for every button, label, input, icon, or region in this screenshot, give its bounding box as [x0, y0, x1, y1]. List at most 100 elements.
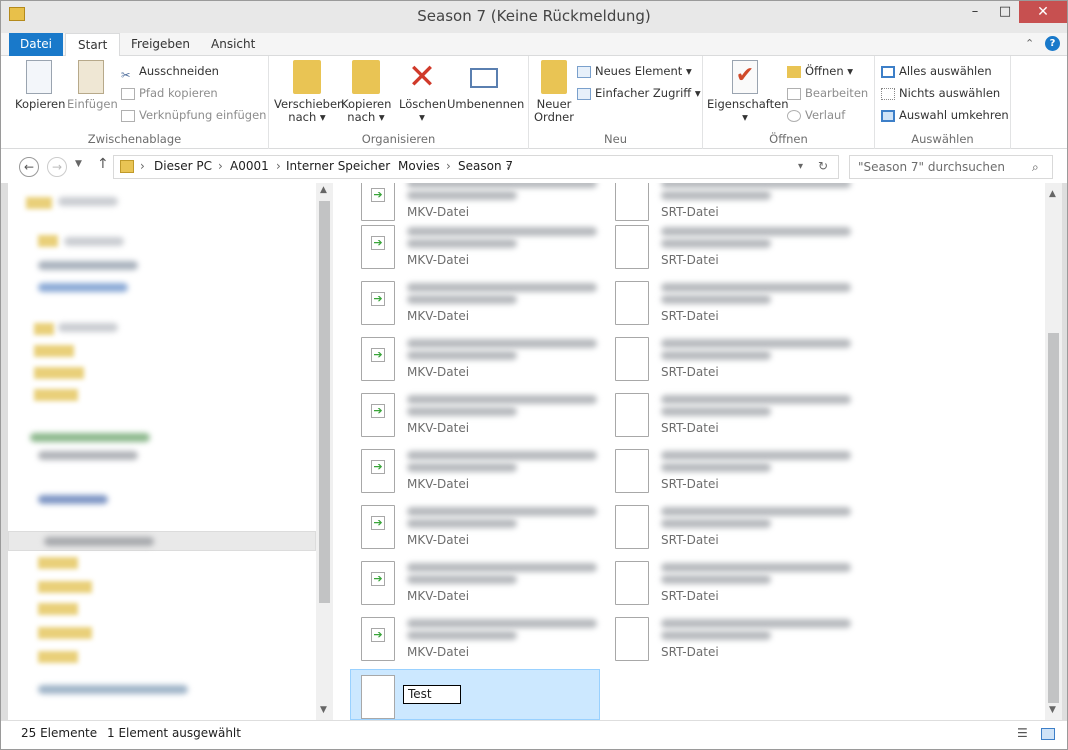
- file-item[interactable]: SRT-Datei: [587, 559, 851, 609]
- paste-shortcut-button[interactable]: Verknüpfung einfügen: [121, 106, 266, 124]
- tab-ansicht[interactable]: Ansicht: [199, 33, 267, 56]
- selected-file-item[interactable]: Test: [350, 669, 600, 720]
- chevron-right-icon[interactable]: ›: [140, 159, 145, 173]
- breadcrumb-dieser-pc[interactable]: Dieser PC: [154, 159, 212, 173]
- details-view-icon[interactable]: ☰: [1017, 726, 1028, 740]
- nav-scrollbar[interactable]: ▲ ▼: [316, 183, 333, 720]
- file-item[interactable]: SRT-Datei: [587, 447, 851, 497]
- history-button[interactable]: Verlauf: [787, 106, 845, 124]
- tab-start[interactable]: Start: [65, 33, 121, 57]
- edit-label: Bearbeiten: [805, 86, 869, 100]
- file-type-label: SRT-Datei: [661, 253, 719, 267]
- file-type-label: MKV-Datei: [407, 205, 470, 219]
- video-file-icon: ➔: [361, 337, 395, 381]
- chevron-right-icon[interactable]: ›: [446, 159, 451, 173]
- scroll-down-icon[interactable]: ▼: [1049, 705, 1056, 715]
- chevron-right-icon[interactable]: ›: [506, 159, 511, 173]
- file-item[interactable]: ➔ MKV-Datei: [333, 503, 597, 553]
- forward-button[interactable]: →: [47, 157, 67, 177]
- file-item[interactable]: ➔ MKV-Datei: [333, 615, 597, 665]
- search-input[interactable]: "Season 7" durchsuchen: [849, 155, 1053, 179]
- open-icon: [787, 65, 801, 78]
- history-icon: [787, 109, 801, 122]
- file-item[interactable]: SRT-Datei: [587, 615, 851, 665]
- minimize-icon: –: [971, 4, 979, 19]
- copy-button[interactable]: Kopieren: [15, 60, 66, 111]
- move-folder-icon: [293, 60, 321, 94]
- select-all-button[interactable]: Alles auswählen: [881, 62, 992, 80]
- file-item[interactable]: SRT-Datei: [587, 279, 851, 329]
- breadcrumb-season-7[interactable]: Season 7: [458, 159, 513, 173]
- refresh-icon[interactable]: ↻: [818, 159, 828, 173]
- video-file-icon: ➔: [361, 505, 395, 549]
- recent-locations-icon[interactable]: ▼: [75, 159, 82, 169]
- file-item[interactable]: SRT-Datei: [587, 391, 851, 441]
- copy-label: Kopieren: [15, 97, 66, 111]
- file-item[interactable]: SRT-Datei: [587, 335, 851, 385]
- breadcrumb-interner-speicher[interactable]: Interner Speicher: [286, 159, 390, 173]
- shortcut-arrow-icon: ➔: [371, 628, 385, 642]
- file-item[interactable]: ➔ MKV-Datei: [333, 335, 597, 385]
- rename-button[interactable]: Umbenennen: [447, 60, 524, 111]
- select-none-button[interactable]: Nichts auswählen: [881, 84, 1000, 102]
- file-item[interactable]: ➔ MKV-Datei: [333, 223, 597, 273]
- scroll-down-icon[interactable]: ▼: [320, 705, 327, 715]
- file-item[interactable]: ➔ MKV-Datei: [333, 559, 597, 609]
- ribbon: Kopieren Einfügen ✂ Ausschneiden Pfad kop…: [1, 56, 1067, 149]
- copy-path-button[interactable]: Pfad kopieren: [121, 84, 218, 102]
- invert-selection-icon: [881, 109, 895, 122]
- paste-button[interactable]: Einfügen: [67, 60, 118, 111]
- text-file-icon: [615, 281, 649, 325]
- file-item[interactable]: ➔ MKV-Datei: [333, 183, 597, 225]
- file-item[interactable]: SRT-Datei: [587, 503, 851, 553]
- collapse-ribbon-icon[interactable]: ⌃: [1025, 37, 1034, 50]
- up-arrow-icon[interactable]: ↑: [97, 156, 109, 172]
- chevron-right-icon[interactable]: ›: [378, 159, 383, 173]
- easy-access-button[interactable]: Einfacher Zugriff ▾: [577, 84, 701, 102]
- edit-button[interactable]: Bearbeiten: [787, 84, 868, 102]
- chevron-down-icon[interactable]: ▾: [798, 161, 803, 172]
- file-item[interactable]: SRT-Datei: [587, 183, 851, 225]
- chevron-right-icon[interactable]: ›: [218, 159, 223, 173]
- file-type-label: MKV-Datei: [407, 253, 470, 267]
- file-list: Test ➔ MKV-Datei SRT-Datei ➔ MKV-Datei SRT-Da…: [333, 183, 1045, 720]
- back-button[interactable]: ←: [19, 157, 39, 177]
- large-icons-view-icon[interactable]: [1041, 728, 1055, 740]
- invert-selection-button[interactable]: Auswahl umkehren: [881, 106, 1009, 124]
- delete-button[interactable]: ✕ Löschen ▾: [399, 60, 446, 124]
- file-item[interactable]: ➔ MKV-Datei: [333, 391, 597, 441]
- file-item[interactable]: ➔ MKV-Datei: [333, 447, 597, 497]
- open-button[interactable]: Öffnen ▾: [787, 62, 853, 80]
- close-button[interactable]: ✕: [1019, 1, 1067, 23]
- cut-button[interactable]: ✂ Ausschneiden: [121, 62, 219, 82]
- chevron-right-icon[interactable]: ›: [276, 159, 281, 173]
- text-file-icon: [615, 505, 649, 549]
- minimize-button[interactable]: –: [961, 1, 989, 23]
- shortcut-arrow-icon: ➔: [371, 516, 385, 530]
- copy-path-label: Pfad kopieren: [139, 86, 218, 100]
- nav-scrollbar-thumb[interactable]: [319, 201, 330, 603]
- rename-input[interactable]: Test: [403, 685, 461, 704]
- file-item[interactable]: ➔ MKV-Datei: [333, 279, 597, 329]
- copy-to-button[interactable]: Kopieren nach ▾: [341, 60, 391, 124]
- new-folder-button[interactable]: Neuer Ordner: [533, 60, 575, 124]
- breadcrumb-movies[interactable]: Movies: [398, 159, 440, 173]
- breadcrumb-a0001[interactable]: A0001: [230, 159, 269, 173]
- file-item[interactable]: SRT-Datei: [587, 223, 851, 273]
- tab-freigeben[interactable]: Freigeben: [119, 33, 202, 56]
- video-file-icon: ➔: [361, 449, 395, 493]
- help-icon[interactable]: ?: [1045, 36, 1060, 51]
- search-icon[interactable]: ⌕: [1032, 160, 1039, 175]
- properties-button[interactable]: ✔ Eigenschaften ▾: [707, 60, 789, 124]
- maximize-button[interactable]: □: [991, 1, 1019, 23]
- scroll-up-icon[interactable]: ▲: [320, 185, 327, 195]
- address-bar[interactable]: › Dieser PC › A0001 › Interner Speicher …: [113, 155, 839, 179]
- scroll-up-icon[interactable]: ▲: [1049, 189, 1056, 199]
- new-folder-label-2: Ordner: [534, 110, 574, 124]
- content-scrollbar[interactable]: ▲ ▼: [1045, 183, 1062, 720]
- file-type-label: MKV-Datei: [407, 309, 470, 323]
- file-type-label: SRT-Datei: [661, 589, 719, 603]
- move-to-button[interactable]: Verschieben nach ▾: [274, 60, 344, 124]
- content-scrollbar-thumb[interactable]: [1048, 333, 1059, 703]
- new-item-button[interactable]: Neues Element ▾: [577, 62, 692, 80]
